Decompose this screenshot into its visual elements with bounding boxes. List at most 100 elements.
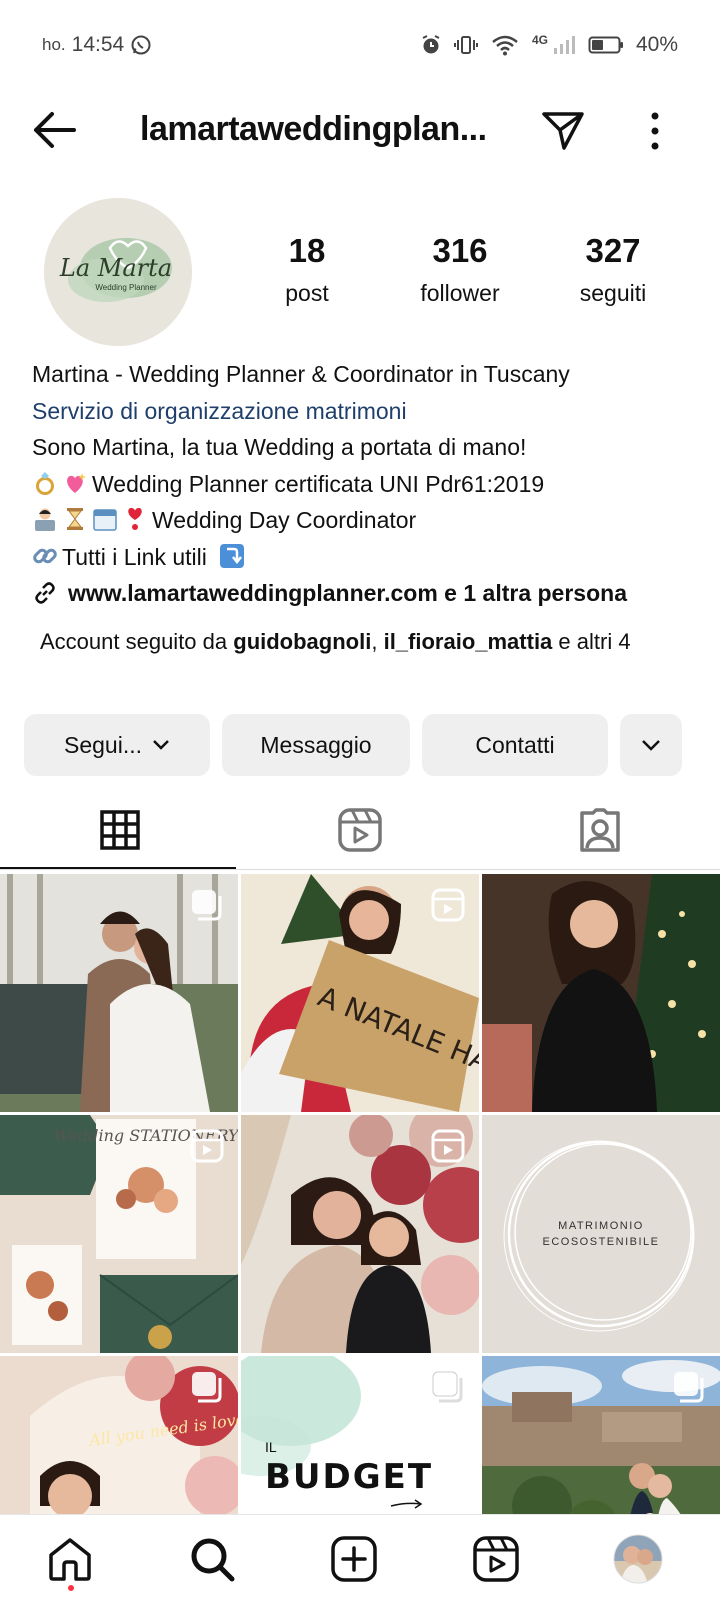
battery-level: 40% (635, 33, 678, 56)
carousel-icon (192, 1372, 222, 1403)
search-icon (191, 1538, 235, 1582)
stat-followers[interactable]: 316 follower (385, 232, 535, 307)
bio-line-4: Tutti i Link utili (32, 539, 702, 576)
heart-exclamation-emoji-icon (128, 507, 142, 530)
avatar-logo: La Marta Wedding Planner (44, 198, 192, 346)
posts-grid: A NATALE HAI DETOS Wedding STATIONERY (0, 874, 720, 1514)
more-options-button[interactable] (640, 108, 670, 154)
bottom-navigation (0, 1514, 720, 1598)
followers-count: 316 (432, 232, 488, 269)
chevron-down-icon (642, 740, 660, 751)
profile-category[interactable]: Servizio di organizzazione matrimoni (32, 393, 702, 430)
profile-avatar[interactable]: La Marta Wedding Planner (44, 198, 192, 346)
post-tile-2[interactable]: A NATALE HAI DETOS (241, 874, 479, 1112)
svg-text:La Marta: La Marta (59, 254, 172, 282)
carousel-icon (674, 1372, 704, 1403)
woman-laptop-emoji-icon (35, 508, 55, 531)
posts-count: 18 (288, 232, 326, 269)
post-image-christmas-portrait (482, 874, 720, 1112)
follow-button[interactable]: Segui... (24, 714, 210, 776)
post-tile-1[interactable] (0, 874, 238, 1112)
post-tile-5[interactable] (241, 1115, 479, 1353)
clock: 14:54 (71, 33, 125, 56)
ring-emoji-icon (36, 471, 54, 495)
followed-by-user-2[interactable]: il_fioraio_mattia (384, 629, 553, 654)
back-arrow-icon (34, 112, 76, 148)
followed-by-user-1[interactable]: guidobagnoli (233, 629, 371, 654)
grid-icon (100, 810, 140, 850)
followed-by[interactable]: Account seguito da guidobagnoli, il_fior… (40, 626, 690, 657)
profile-actions: Segui... Messaggio Contatti (24, 714, 696, 776)
bio-links: Tutti i Link utili (62, 543, 207, 570)
hourglass-emoji-icon (67, 508, 83, 530)
followed-by-prefix: Account seguito da (40, 629, 234, 654)
status-right: 4G 40% (420, 33, 678, 57)
reels-icon (431, 1129, 465, 1163)
svg-text:Wedding Planner: Wedding Planner (95, 283, 157, 292)
home-icon (49, 1538, 91, 1581)
suggested-accounts-button[interactable] (620, 714, 682, 776)
carrier-label: ho. (42, 35, 66, 54)
share-profile-button[interactable] (540, 108, 586, 154)
battery-icon (588, 36, 623, 54)
svg-text:BUDGET: BUDGET (265, 1457, 433, 1497)
wifi-icon (492, 35, 518, 56)
post-tile-4[interactable]: Wedding STATIONERY (0, 1115, 238, 1353)
contacts-button[interactable]: Contatti (422, 714, 608, 776)
nav-search[interactable] (186, 1533, 238, 1585)
svg-text:IL: IL (265, 1439, 277, 1455)
svg-text:MATRIMONIO: MATRIMONIO (558, 1220, 644, 1232)
back-button[interactable] (30, 108, 80, 152)
tabs-divider (0, 869, 720, 870)
nav-create[interactable] (328, 1533, 380, 1585)
stat-following[interactable]: 327 seguiti (538, 232, 688, 307)
post-tile-3[interactable] (482, 874, 720, 1112)
link-emoji-icon (33, 548, 57, 563)
contacts-button-label: Contatti (475, 731, 555, 758)
nav-profile[interactable] (612, 1533, 664, 1585)
reels-icon (473, 1536, 519, 1582)
reels-icon (338, 808, 382, 852)
svg-text:ECOSOSTENIBILE: ECOSOSTENIBILE (543, 1236, 660, 1248)
post-tile-9[interactable] (482, 1356, 720, 1514)
arrow-down-emoji-icon (220, 543, 245, 568)
create-icon (331, 1536, 377, 1582)
status-left: ho. 14:54 (42, 33, 152, 57)
followed-by-suffix: e altri 4 (552, 629, 631, 654)
nav-home[interactable] (44, 1533, 96, 1585)
bio-line-2: Wedding Planner certificata UNI Pdr61:20… (32, 466, 702, 503)
profile-link[interactable]: www.lamartaweddingplanner.com e 1 altra … (32, 575, 702, 612)
tab-tagged[interactable] (480, 790, 720, 870)
signal-icon (553, 36, 575, 54)
carousel-icon (432, 1371, 463, 1403)
message-button[interactable]: Messaggio (222, 714, 410, 776)
profile-bio: Martina - Wedding Planner & Coordinator … (32, 356, 702, 612)
stat-posts[interactable]: 18 post (232, 232, 382, 307)
send-icon (542, 112, 584, 150)
bio-line-1: Sono Martina, la tua Wedding a portata d… (32, 434, 527, 460)
reels-icon (190, 1129, 224, 1163)
post-tile-8[interactable]: IL BUDGET (241, 1356, 479, 1514)
post-tile-6[interactable]: MATRIMONIO ECOSOSTENIBILE (482, 1115, 720, 1353)
tab-posts-grid[interactable] (0, 790, 240, 870)
profile-link-text[interactable]: www.lamartaweddingplanner.com e 1 altra … (68, 575, 627, 612)
post-image-eco-wedding: MATRIMONIO ECOSOSTENIBILE (482, 1115, 720, 1353)
profile-username: lamartaweddingplan... (140, 110, 487, 148)
tab-reels[interactable] (240, 790, 480, 870)
followers-label: follower (420, 280, 500, 306)
profile-header: lamartaweddingplan... (0, 92, 720, 172)
notification-dot (68, 1585, 74, 1591)
reels-icon (431, 888, 465, 922)
nav-reels[interactable] (470, 1533, 522, 1585)
profile-name: Martina - Wedding Planner & Coordinator … (32, 361, 570, 387)
following-label: seguiti (579, 280, 647, 306)
posts-label: post (285, 280, 329, 306)
more-vertical-icon (651, 112, 659, 150)
message-button-label: Messaggio (260, 731, 372, 758)
heart-sparkle-emoji-icon (67, 472, 86, 493)
followed-by-separator: , (371, 629, 384, 654)
chevron-down-icon (153, 740, 169, 750)
alarm-icon (422, 35, 440, 54)
follow-button-label: Segui... (64, 731, 142, 758)
post-tile-7[interactable]: All you need is love (0, 1356, 238, 1514)
